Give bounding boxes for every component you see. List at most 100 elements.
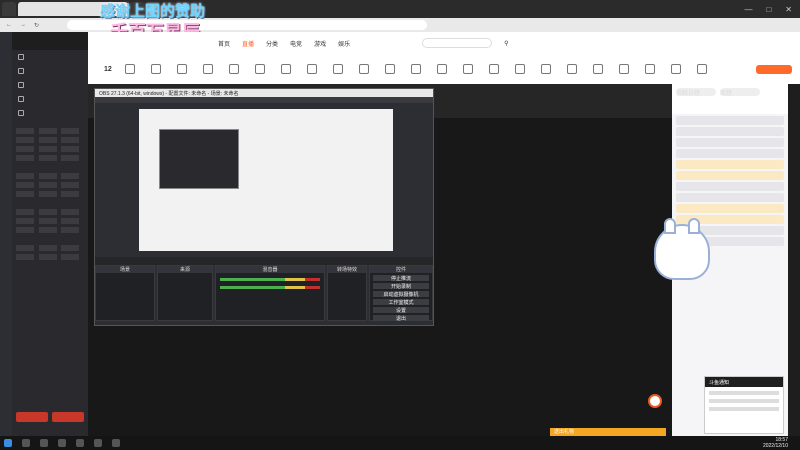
system-clock[interactable]: 18:57 2022/12/10 — [763, 437, 788, 449]
mascot-ear — [664, 218, 676, 234]
chat-message — [676, 204, 784, 213]
category-item[interactable] — [408, 64, 424, 74]
virtual-cam-button[interactable]: 启动虚拟摄像机 — [373, 291, 429, 298]
category-item[interactable] — [278, 64, 294, 74]
category-icon — [254, 64, 265, 74]
calendar-date: 12 — [104, 65, 112, 73]
studio-mode-button[interactable]: 工作室模式 — [373, 299, 429, 306]
category-icon — [306, 64, 317, 74]
minimize-icon[interactable]: — — [744, 5, 752, 14]
chrome-icon[interactable] — [58, 439, 66, 447]
forward-icon[interactable]: → — [20, 22, 26, 28]
category-icon — [696, 64, 707, 74]
back-icon[interactable]: ← — [6, 22, 12, 28]
record-button[interactable] — [648, 394, 662, 408]
category-item[interactable] — [148, 64, 164, 74]
obs-icon[interactable] — [94, 439, 102, 447]
category-item[interactable] — [668, 64, 684, 74]
category-item[interactable] — [590, 64, 606, 74]
chat-message — [676, 160, 784, 169]
sidebar-item[interactable] — [12, 92, 88, 106]
category-item[interactable] — [694, 64, 710, 74]
dock-title: 混音器 — [216, 266, 324, 273]
chat-message — [676, 116, 784, 125]
obs-menubar[interactable] — [95, 97, 433, 103]
mascot-sticker — [654, 218, 710, 280]
category-icon — [150, 64, 161, 74]
popup-line — [709, 399, 779, 403]
category-item[interactable] — [642, 64, 658, 74]
category-item[interactable] — [252, 64, 268, 74]
close-icon[interactable]: ✕ — [785, 5, 792, 14]
nav-category[interactable]: 分类 — [266, 39, 278, 48]
sidebar-item[interactable] — [12, 78, 88, 92]
sidebar-section-4 — [12, 237, 88, 245]
category-item[interactable] — [434, 64, 450, 74]
category-item[interactable] — [330, 64, 346, 74]
sidebar-item[interactable] — [12, 64, 88, 78]
sidebar-section-1 — [12, 120, 88, 128]
sidebar-button-left[interactable] — [16, 412, 48, 422]
reload-icon[interactable]: ↻ — [34, 22, 39, 29]
settings-button[interactable]: 设置 — [373, 307, 429, 314]
sidebar-button-right[interactable] — [52, 412, 84, 422]
search-icon[interactable] — [22, 439, 30, 447]
search-icon[interactable]: ⚲ — [504, 40, 508, 47]
pc-client-button[interactable] — [756, 64, 792, 74]
sources-dock[interactable]: 来源 — [157, 265, 213, 321]
obs-window[interactable]: OBS 27.1.3 (64-bit, windows) - 配置文件: 未命名… — [94, 88, 434, 326]
category-item[interactable] — [200, 64, 216, 74]
obs-docks: 场景 来源 混音器 转场特效 控件 停止推流 开始录制 启动虚拟摄像机 工作室模… — [95, 265, 433, 322]
tab-weekly-rank[interactable]: 周榜 — [720, 88, 760, 97]
sidebar-section-2 — [12, 165, 88, 173]
transitions-dock[interactable]: 转场特效 — [327, 265, 367, 321]
sidebar-item[interactable] — [12, 106, 88, 120]
sidebar-grid-4 — [12, 245, 88, 264]
search-input[interactable] — [422, 38, 493, 48]
category-item[interactable] — [538, 64, 554, 74]
category-bar: 12 — [88, 54, 800, 84]
maximize-icon[interactable]: □ — [766, 5, 771, 14]
browser-tab[interactable] — [2, 2, 16, 16]
mixer-dock[interactable]: 混音器 — [215, 265, 325, 321]
category-item[interactable] — [356, 64, 372, 74]
category-icon — [514, 64, 525, 74]
category-item[interactable] — [486, 64, 502, 74]
chat-message — [676, 182, 784, 191]
category-item[interactable] — [174, 64, 190, 74]
category-item[interactable] — [226, 64, 242, 74]
gift-bar[interactable]: 送出礼物 — [550, 428, 666, 436]
controls-dock[interactable]: 控件 停止推流 开始录制 启动虚拟摄像机 工作室模式 设置 退出 — [369, 265, 433, 322]
explorer-icon[interactable] — [76, 439, 84, 447]
category-item[interactable] — [382, 64, 398, 74]
chat-message — [676, 138, 784, 147]
stop-stream-button[interactable]: 停止推流 — [373, 275, 429, 282]
sidebar-item[interactable] — [12, 50, 88, 64]
category-item[interactable] — [122, 64, 138, 74]
nested-preview — [159, 129, 239, 189]
exit-button[interactable]: 退出 — [373, 315, 429, 322]
category-item[interactable] — [564, 64, 580, 74]
mascot-ear — [688, 218, 700, 234]
category-icon — [410, 64, 421, 74]
category-item[interactable] — [304, 64, 320, 74]
category-icon — [540, 64, 551, 74]
nav-ent[interactable]: 娱乐 — [338, 39, 350, 48]
tab-daily-rank[interactable]: 贡献日榜 — [676, 88, 716, 97]
app-icon[interactable] — [112, 439, 120, 447]
taskbar: 18:57 2022/12/10 — [0, 436, 800, 450]
scenes-dock[interactable]: 场景 — [95, 265, 155, 321]
obs-title: OBS 27.1.3 (64-bit, windows) - 配置文件: 未命名… — [95, 89, 433, 97]
category-item[interactable] — [460, 64, 476, 74]
taskview-icon[interactable] — [40, 439, 48, 447]
nav-live[interactable]: 直播 — [242, 39, 254, 48]
category-icon — [124, 64, 135, 74]
nav-esports[interactable]: 电竞 — [290, 39, 302, 48]
notification-popup[interactable]: 斗鱼通知 — [704, 376, 784, 434]
category-item[interactable] — [616, 64, 632, 74]
start-record-button[interactable]: 开始录制 — [373, 283, 429, 290]
nav-home[interactable]: 首页 — [218, 39, 230, 48]
nav-game[interactable]: 游戏 — [314, 39, 326, 48]
category-item[interactable] — [512, 64, 528, 74]
windows-start-icon[interactable] — [4, 439, 12, 447]
